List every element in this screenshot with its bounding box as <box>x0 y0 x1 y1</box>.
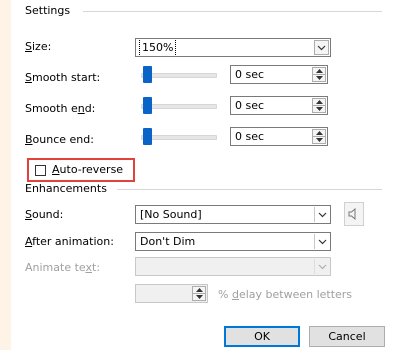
after-animation-value: Don't Dim <box>140 235 196 248</box>
bounce-end-label: Bounce end: <box>25 133 94 146</box>
enhancements-group-rule <box>117 189 382 190</box>
size-label: Size: <box>25 40 52 53</box>
chevron-down-icon <box>317 45 326 50</box>
sound-dropdown-button[interactable] <box>314 207 329 222</box>
settings-group-rule <box>83 11 382 12</box>
animate-text-combobox[interactable] <box>135 257 331 276</box>
chevron-down-icon <box>318 239 326 244</box>
smooth-start-slider-track[interactable] <box>141 73 217 78</box>
smooth-start-value: 0 sec <box>235 68 265 81</box>
spin-down-button[interactable] <box>313 137 325 143</box>
sound-combobox[interactable]: [No Sound] <box>135 205 331 224</box>
spin-down-button[interactable] <box>193 294 205 300</box>
spin-down-button[interactable] <box>313 75 325 81</box>
triangle-up-icon <box>315 100 323 104</box>
triangle-down-icon <box>195 295 203 299</box>
size-value: 150% <box>138 39 177 56</box>
bounce-end-slider-track[interactable] <box>141 135 217 140</box>
speaker-icon <box>348 208 356 220</box>
sound-label: Sound: <box>25 208 64 221</box>
bounce-end-value: 0 sec <box>235 130 265 143</box>
triangle-down-icon <box>315 76 323 80</box>
bounce-end-spinner[interactable]: 0 sec <box>230 127 328 146</box>
triangle-down-icon <box>315 107 323 111</box>
sound-volume-button[interactable] <box>344 202 364 226</box>
smooth-start-spinner[interactable]: 0 sec <box>230 65 328 84</box>
smooth-end-slider-thumb[interactable] <box>143 97 152 114</box>
smooth-end-spinner[interactable]: 0 sec <box>230 96 328 115</box>
size-combobox[interactable]: 150% <box>135 38 331 57</box>
bounce-end-slider-thumb[interactable] <box>143 128 152 145</box>
after-animation-dropdown-button[interactable] <box>314 234 329 249</box>
spin-down-button[interactable] <box>313 106 325 112</box>
triangle-up-icon <box>315 131 323 135</box>
settings-group-label: Settings <box>25 4 75 18</box>
triangle-down-icon <box>315 138 323 142</box>
smooth-start-slider-thumb[interactable] <box>143 66 152 83</box>
triangle-up-icon <box>195 288 203 292</box>
smooth-end-label: Smooth end: <box>25 102 96 115</box>
auto-reverse-checkbox[interactable] <box>35 165 46 176</box>
chevron-down-icon <box>318 264 326 269</box>
animate-text-label: Animate text: <box>25 261 101 274</box>
chevron-down-icon <box>318 212 326 217</box>
auto-reverse-label[interactable]: Auto-reverse <box>52 163 123 177</box>
enhancements-group-label: Enhancements <box>25 182 111 196</box>
animate-text-dropdown-button[interactable] <box>314 259 329 274</box>
delay-label: % delay between letters <box>218 288 353 301</box>
ok-button[interactable]: OK <box>224 326 300 347</box>
after-animation-label: After animation: <box>25 235 114 248</box>
smooth-end-slider-track[interactable] <box>141 104 217 109</box>
delay-spinner[interactable] <box>135 284 208 303</box>
after-animation-combobox[interactable]: Don't Dim <box>135 232 331 251</box>
size-dropdown-button[interactable] <box>314 40 329 55</box>
effect-options-dialog: Settings Size: 150% Smooth start: 0 sec … <box>11 0 393 350</box>
smooth-start-label: Smooth start: <box>25 71 101 84</box>
sound-value: [No Sound] <box>140 208 202 221</box>
cancel-button[interactable]: Cancel <box>309 326 385 347</box>
triangle-up-icon <box>315 69 323 73</box>
smooth-end-value: 0 sec <box>235 99 265 112</box>
